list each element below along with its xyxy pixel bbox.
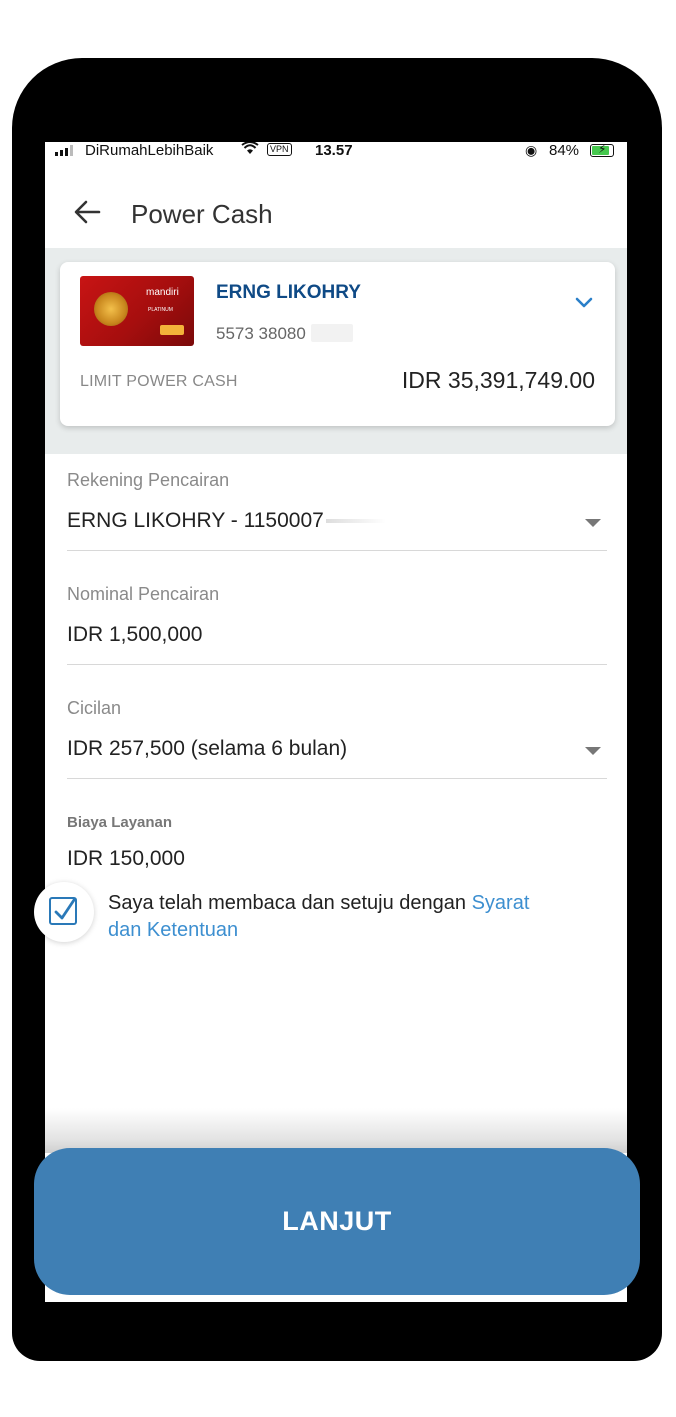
battery-percent: 84%: [549, 142, 580, 159]
installment-value: IDR 257,500 (selama 6 bulan): [67, 737, 348, 760]
field-divider: [67, 664, 607, 665]
limit-value: IDR 35,391,749.00: [401, 367, 595, 393]
chevron-down-icon[interactable]: [574, 292, 594, 312]
dropdown-caret-icon[interactable]: [585, 519, 601, 527]
card-image: mandiri PLATINUM: [80, 276, 194, 346]
agreement-statement: Saya telah membaca dan setuju dengan: [108, 892, 472, 914]
installment-label: Cicilan: [67, 698, 122, 718]
status-time: 13.57: [315, 142, 353, 159]
rotation-lock-icon: ◉: [525, 142, 538, 158]
bottom-fade: [45, 1108, 627, 1153]
vpn-badge: VPN: [267, 143, 292, 156]
mastercard-logo: [160, 325, 184, 335]
app-header: Power Cash: [45, 182, 627, 248]
account-value: ERNG LIKOHRY - 1150007: [67, 509, 324, 532]
amount-label: Nominal Pencairan: [67, 584, 220, 604]
account-mask: [325, 519, 386, 524]
field-divider: [67, 550, 607, 551]
agreement-text: Saya telah membaca dan setuju dengan Sya…: [108, 890, 568, 944]
carrier-name: DiRumahLebihBaik: [85, 142, 214, 159]
card-number: 5573 38080: [216, 324, 306, 343]
amount-field[interactable]: Nominal Pencairan IDR 1,500,000: [67, 584, 607, 665]
agreement-checkbox[interactable]: [34, 882, 94, 942]
card-tier: PLATINUM: [148, 307, 173, 313]
fee-label: Biaya Layanan: [67, 814, 173, 831]
account-label: Rekening Pencairan: [67, 470, 230, 490]
dropdown-caret-icon[interactable]: [585, 747, 601, 755]
account-field[interactable]: Rekening Pencairan ERNG LIKOHRY - 115000…: [67, 470, 607, 551]
back-arrow-icon[interactable]: [73, 198, 101, 233]
status-bar: DiRumahLebihBaik VPN 13.57 ◉ 84% ⚡: [45, 142, 627, 160]
fee-field: Biaya Layanan IDR 150,000: [67, 814, 607, 871]
battery-icon: ⚡: [590, 142, 614, 157]
next-button-label: LANJUT: [282, 1206, 392, 1236]
bank-logo: mandiri: [146, 287, 179, 298]
card-number-mask: [311, 324, 353, 342]
checkbox-checked-icon: [49, 897, 77, 925]
fee-value: IDR 150,000: [67, 847, 185, 870]
card-holder-name: ERNG LIKOHRY: [216, 282, 361, 303]
amount-value[interactable]: IDR 1,500,000: [67, 623, 607, 647]
signal-icon: [55, 145, 73, 156]
wifi-icon: [241, 142, 259, 159]
next-button[interactable]: LANJUT: [34, 1148, 640, 1295]
field-divider: [67, 778, 607, 779]
page-title: Power Cash: [131, 199, 273, 229]
installment-field[interactable]: Cicilan IDR 257,500 (selama 6 bulan): [67, 698, 607, 779]
limit-label: LIMIT POWER CASH: [80, 373, 238, 390]
credit-card-selector[interactable]: mandiri PLATINUM ERNG LIKOHRY 5573 38080…: [60, 262, 615, 426]
